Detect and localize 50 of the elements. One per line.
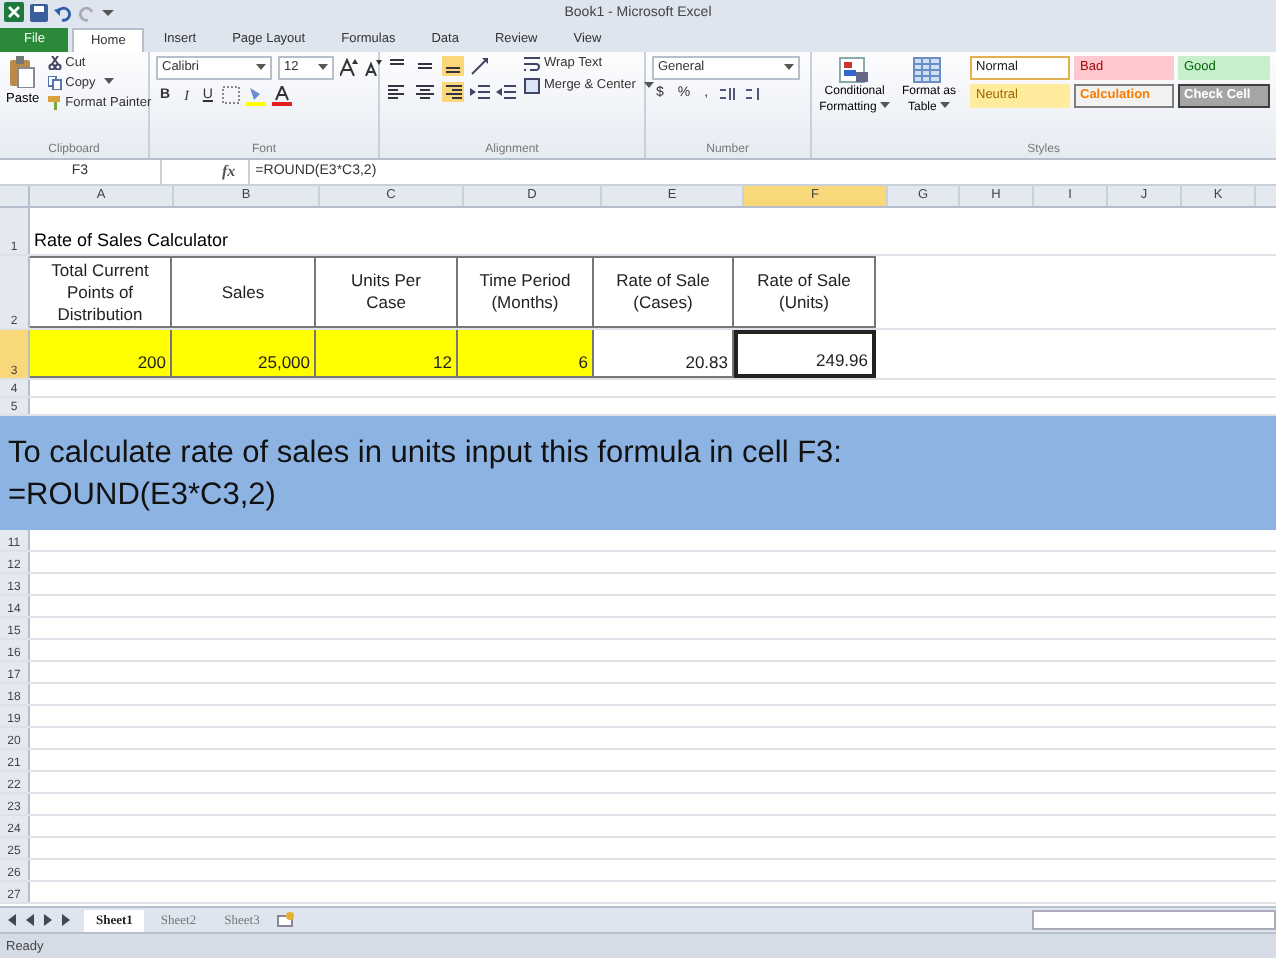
caret-icon xyxy=(784,63,794,72)
save-icon[interactable] xyxy=(30,3,48,22)
caret-icon xyxy=(879,101,890,110)
decrease-decimal-icon[interactable] xyxy=(744,85,765,102)
borders-icon[interactable] xyxy=(222,86,241,105)
table-cell[interactable]: 6 xyxy=(458,330,594,379)
insert-sheet-icon[interactable] xyxy=(275,912,296,929)
conditional-formatting-icon xyxy=(838,55,871,84)
caret-icon xyxy=(256,63,266,72)
table-header-cell: Rate of Sale (Units) xyxy=(734,256,876,329)
caret-icon xyxy=(940,101,950,110)
instruction-text: =ROUND(E3*C3,2) xyxy=(8,475,278,516)
horizontal-scrollbar[interactable] xyxy=(1032,910,1276,931)
align-icon[interactable] xyxy=(442,55,464,76)
indent-icon[interactable] xyxy=(496,81,516,102)
instruction-text: To calculate rate of sales in units input this formula in cell F3: xyxy=(8,433,844,474)
table-cell[interactable]: 25,000 xyxy=(172,330,316,379)
table-cell[interactable]: 249.96 xyxy=(734,330,876,379)
fill-color-icon[interactable] xyxy=(246,85,267,106)
table-cell[interactable]: 12 xyxy=(316,330,458,379)
excel-logo-icon xyxy=(4,2,24,23)
increase-decimal-icon[interactable] xyxy=(718,85,739,102)
grow-font-icon[interactable] xyxy=(340,58,358,77)
table-header-cell: Total Current Points of Distribution xyxy=(30,256,172,329)
table-cell[interactable]: 20.83 xyxy=(594,330,734,379)
shrink-font-icon[interactable] xyxy=(364,58,382,77)
caret-icon xyxy=(103,78,114,87)
orientation-icon[interactable] xyxy=(470,55,490,76)
table-header-cell: Sales xyxy=(172,256,316,329)
table-grid-icon xyxy=(912,55,945,84)
insert-function-button[interactable]: fx xyxy=(222,162,236,181)
caret-icon xyxy=(318,63,328,72)
align-icon[interactable] xyxy=(442,81,464,102)
table-cell[interactable]: 200 xyxy=(30,330,172,379)
align-icon[interactable] xyxy=(386,81,408,102)
scissors-icon xyxy=(47,55,62,70)
table-header-cell: Time Period (Months) xyxy=(458,256,594,329)
copy-icon xyxy=(47,75,62,90)
table-header-cell: Units Per Case xyxy=(316,256,458,329)
align-icon[interactable] xyxy=(414,81,436,102)
wrap-text-icon xyxy=(524,55,540,72)
sheet-title: Rate of Sales Calculator xyxy=(32,228,229,255)
brush-icon xyxy=(47,95,62,110)
caret-icon xyxy=(643,81,654,90)
merge-cells-icon xyxy=(524,77,540,94)
font-color-icon[interactable] xyxy=(272,85,293,106)
table-header-cell: Rate of Sale (Cases) xyxy=(594,256,734,329)
customize-caret-icon[interactable] xyxy=(102,6,114,19)
undo-icon[interactable] xyxy=(54,3,72,22)
indent-icon[interactable] xyxy=(470,81,490,102)
